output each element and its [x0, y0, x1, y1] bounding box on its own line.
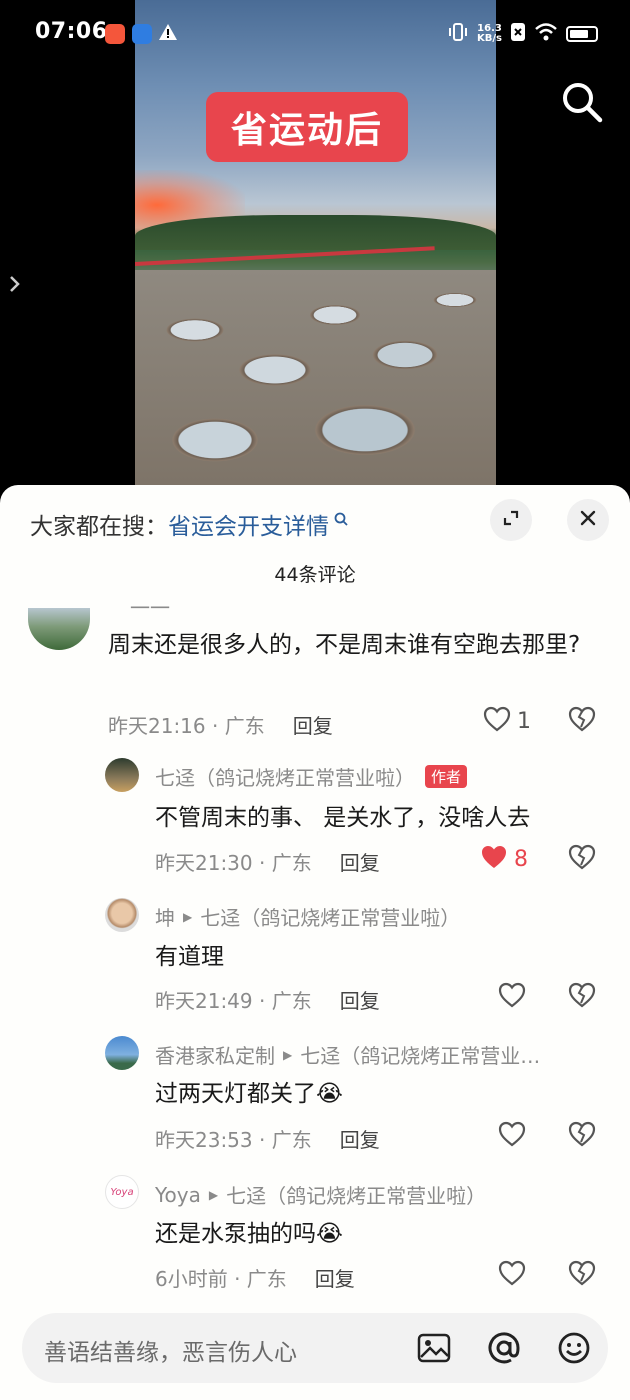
heart-icon: [498, 1121, 526, 1151]
comment-count: 44条评论: [274, 564, 356, 586]
reply-to-username[interactable]: 七迳（鸽记烧烤正常营业啦）: [226, 1180, 486, 1209]
comment-input[interactable]: 善语结善缘，恶言伤人心: [22, 1313, 608, 1383]
close-icon: [579, 509, 597, 531]
reply-to-arrow-icon: ▶: [283, 1047, 293, 1062]
avatar[interactable]: Yoya: [105, 1175, 139, 1209]
like-button[interactable]: 1: [483, 706, 531, 736]
reply-text: 还是水泵抽的吗😭: [155, 1221, 343, 1247]
comments-sheet: 大家都在搜：省运会开支详情 44条评论 一一 周末还是很多人的，不是周末谁有空跑…: [0, 485, 630, 1400]
reply-username[interactable]: 坤: [155, 902, 175, 931]
reply-username-row: 香港家私定制 ▶ 七迳（鸽记烧烤正常营业…: [155, 1040, 540, 1069]
broken-heart-icon: [568, 706, 596, 736]
vibrate-icon: [447, 22, 469, 46]
net-speed: 16.3 KB/s: [477, 24, 502, 44]
comment-text: 周末还是很多人的，不是周末谁有空跑去那里?: [108, 632, 581, 658]
dislike-button[interactable]: [568, 706, 596, 736]
reply-to-arrow-icon: ▶: [183, 909, 193, 924]
comment-input-placeholder: 善语结善缘，恶言伤人心: [44, 1340, 297, 1366]
image-icon[interactable]: [414, 1328, 454, 1368]
video-player[interactable]: [135, 0, 496, 485]
reply-button[interactable]: 回复: [340, 1124, 380, 1153]
avatar[interactable]: [105, 758, 139, 792]
reply-username[interactable]: 香港家私定制: [155, 1040, 275, 1069]
like-count: 1: [517, 708, 531, 734]
reply-username[interactable]: 七迳（鸽记烧烤正常营业啦）: [155, 762, 415, 791]
video-treeline: [135, 215, 496, 250]
close-button[interactable]: [567, 499, 609, 541]
dislike-button[interactable]: [568, 1121, 596, 1151]
status-bar: 07:06 16.3 KB/s: [0, 0, 630, 66]
chevron-right-icon[interactable]: [8, 274, 22, 299]
avatar[interactable]: [105, 898, 139, 932]
author-badge: 作者: [425, 765, 468, 788]
reply-text: 不管周末的事、 是关水了，没啥人去: [155, 805, 531, 831]
broken-heart-icon: [568, 1260, 596, 1290]
heart-icon: [498, 982, 526, 1012]
reply-time: 昨天23:53 · 广东: [155, 1128, 312, 1152]
comment-meta: 昨天21:16 · 广东 回复: [108, 710, 333, 739]
comment-time: 昨天21:16 · 广东: [108, 714, 265, 738]
like-button[interactable]: [498, 982, 526, 1012]
notification-app-icon: [105, 24, 125, 44]
hot-search-label: 大家都在搜：: [30, 514, 168, 540]
avatar[interactable]: [28, 608, 90, 650]
reply-username[interactable]: Yoya: [155, 1183, 201, 1207]
hot-search-term[interactable]: 省运会开支详情: [168, 514, 329, 540]
hot-search[interactable]: 大家都在搜：省运会开支详情: [30, 507, 348, 541]
comment-username[interactable]: 一一: [130, 592, 170, 621]
like-button[interactable]: 8: [480, 844, 528, 874]
expand-button[interactable]: [490, 499, 532, 541]
dislike-button[interactable]: [568, 982, 596, 1012]
no-sim-icon: [510, 22, 526, 46]
screen: 07:06 16.3 KB/s 省运动后 大家都在搜：省运会开支详情 44条评论…: [0, 0, 630, 1400]
reply-button[interactable]: 回复: [340, 985, 380, 1014]
broken-heart-icon: [568, 1121, 596, 1151]
heart-icon: [498, 1260, 526, 1290]
reply-time: 昨天21:49 · 广东: [155, 989, 312, 1013]
reply-username-row: 七迳（鸽记烧烤正常营业啦） 作者: [155, 762, 468, 791]
home-indicator[interactable]: [0, 1390, 630, 1400]
status-right: 16.3 KB/s: [447, 22, 598, 46]
reply-to-arrow-icon: ▶: [208, 1187, 219, 1202]
heart-filled-icon: [480, 844, 508, 874]
video-pools: [135, 270, 496, 485]
broken-heart-icon: [568, 982, 596, 1012]
search-small-icon: [329, 511, 348, 530]
broken-heart-icon: [568, 844, 596, 874]
like-button[interactable]: [498, 1260, 526, 1290]
net-speed-unit: KB/s: [477, 33, 502, 44]
dislike-button[interactable]: [568, 844, 596, 874]
reply-username-row: 坤 ▶ 七迳（鸽记烧烤正常营业啦）: [155, 902, 460, 931]
reply-meta: 昨天21:30 · 广东 回复: [155, 847, 380, 876]
reply-button[interactable]: 回复: [340, 847, 380, 876]
like-count: 8: [514, 846, 528, 872]
reply-meta: 昨天23:53 · 广东 回复: [155, 1124, 380, 1153]
wifi-icon: [534, 22, 558, 46]
heart-icon: [483, 706, 511, 736]
like-button[interactable]: [498, 1121, 526, 1151]
dislike-button[interactable]: [568, 1260, 596, 1290]
reply-to-username[interactable]: 七迳（鸽记烧烤正常营业…: [300, 1040, 540, 1069]
search-icon[interactable]: [560, 80, 604, 124]
warning-icon: [158, 22, 178, 46]
status-time: 07:06: [35, 19, 108, 44]
mention-icon[interactable]: [484, 1328, 524, 1368]
reply-meta: 6小时前 · 广东 回复: [155, 1263, 355, 1292]
video-caption-badge: 省运动后: [206, 92, 408, 162]
emoji-icon[interactable]: [554, 1328, 594, 1368]
reply-button[interactable]: 回复: [293, 710, 333, 739]
reply-button[interactable]: 回复: [315, 1263, 355, 1292]
expand-icon: [501, 508, 521, 532]
reply-text: 有道理: [155, 944, 224, 970]
reply-meta: 昨天21:49 · 广东 回复: [155, 985, 380, 1014]
reply-time: 6小时前 · 广东: [155, 1267, 287, 1291]
reply-username-row: Yoya ▶ 七迳（鸽记烧烤正常营业啦）: [155, 1180, 486, 1209]
notification-app-icon: [132, 24, 152, 44]
avatar[interactable]: [105, 1036, 139, 1070]
battery-icon: [566, 26, 598, 42]
reply-text: 过两天灯都关了😭: [155, 1081, 343, 1107]
reply-time: 昨天21:30 · 广东: [155, 851, 312, 875]
reply-to-username[interactable]: 七迳（鸽记烧烤正常营业啦）: [200, 902, 460, 931]
